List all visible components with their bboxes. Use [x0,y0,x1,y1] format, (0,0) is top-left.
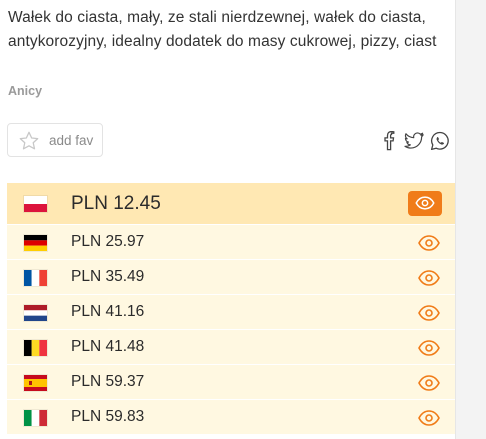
price-row-es[interactable]: PLN 59.37 [7,365,455,400]
price-row-fr[interactable]: PLN 35.49 [7,260,455,295]
price-value: PLN 59.83 [71,408,145,425]
price-row-de[interactable]: PLN 25.97 [7,225,455,260]
eye-icon[interactable] [417,336,441,360]
netherlands-flag-icon [24,305,47,321]
price-value: PLN 35.49 [71,268,145,285]
poland-flag-icon [24,196,47,212]
spain-flag-icon [24,375,47,391]
facebook-icon[interactable] [382,131,396,151]
whatsapp-icon[interactable] [430,131,450,151]
germany-flag-icon [24,235,47,251]
price-value: PLN 25.97 [71,233,145,250]
product-card: Wałek do ciasta, mały, ze stali nierdzew… [0,0,456,439]
product-title: Wałek do ciasta, mały, ze stali nierdzew… [8,9,437,50]
eye-icon [415,196,435,210]
eye-icon[interactable] [417,371,441,395]
price-value: PLN 59.37 [71,373,145,390]
france-flag-icon [24,270,47,286]
view-offer-button[interactable] [408,191,442,216]
star-icon [19,131,39,150]
twitter-icon[interactable] [403,131,425,151]
italy-flag-icon [24,410,47,426]
price-value: PLN 41.48 [71,338,145,355]
eye-icon[interactable] [417,406,441,430]
price-row-be[interactable]: PLN 41.48 [7,330,455,365]
eye-icon[interactable] [417,266,441,290]
price-value: PLN 41.16 [71,303,145,320]
eye-icon[interactable] [417,231,441,255]
price-row-nl[interactable]: PLN 41.16 [7,295,455,330]
price-row-pl[interactable]: PLN 12.45 [7,183,455,225]
brand-label[interactable]: Anicy [8,84,42,98]
price-row-it[interactable]: PLN 59.83 [7,400,455,435]
price-value: PLN 12.45 [71,193,161,214]
eye-icon[interactable] [417,301,441,325]
belgium-flag-icon [24,340,47,356]
price-comparison-list: PLN 12.45 PLN 25.97 PLN 35.49 PLN 41.16 … [7,183,455,435]
add-fav-label: add fav [49,133,94,148]
add-fav-button[interactable]: add fav [7,123,103,157]
